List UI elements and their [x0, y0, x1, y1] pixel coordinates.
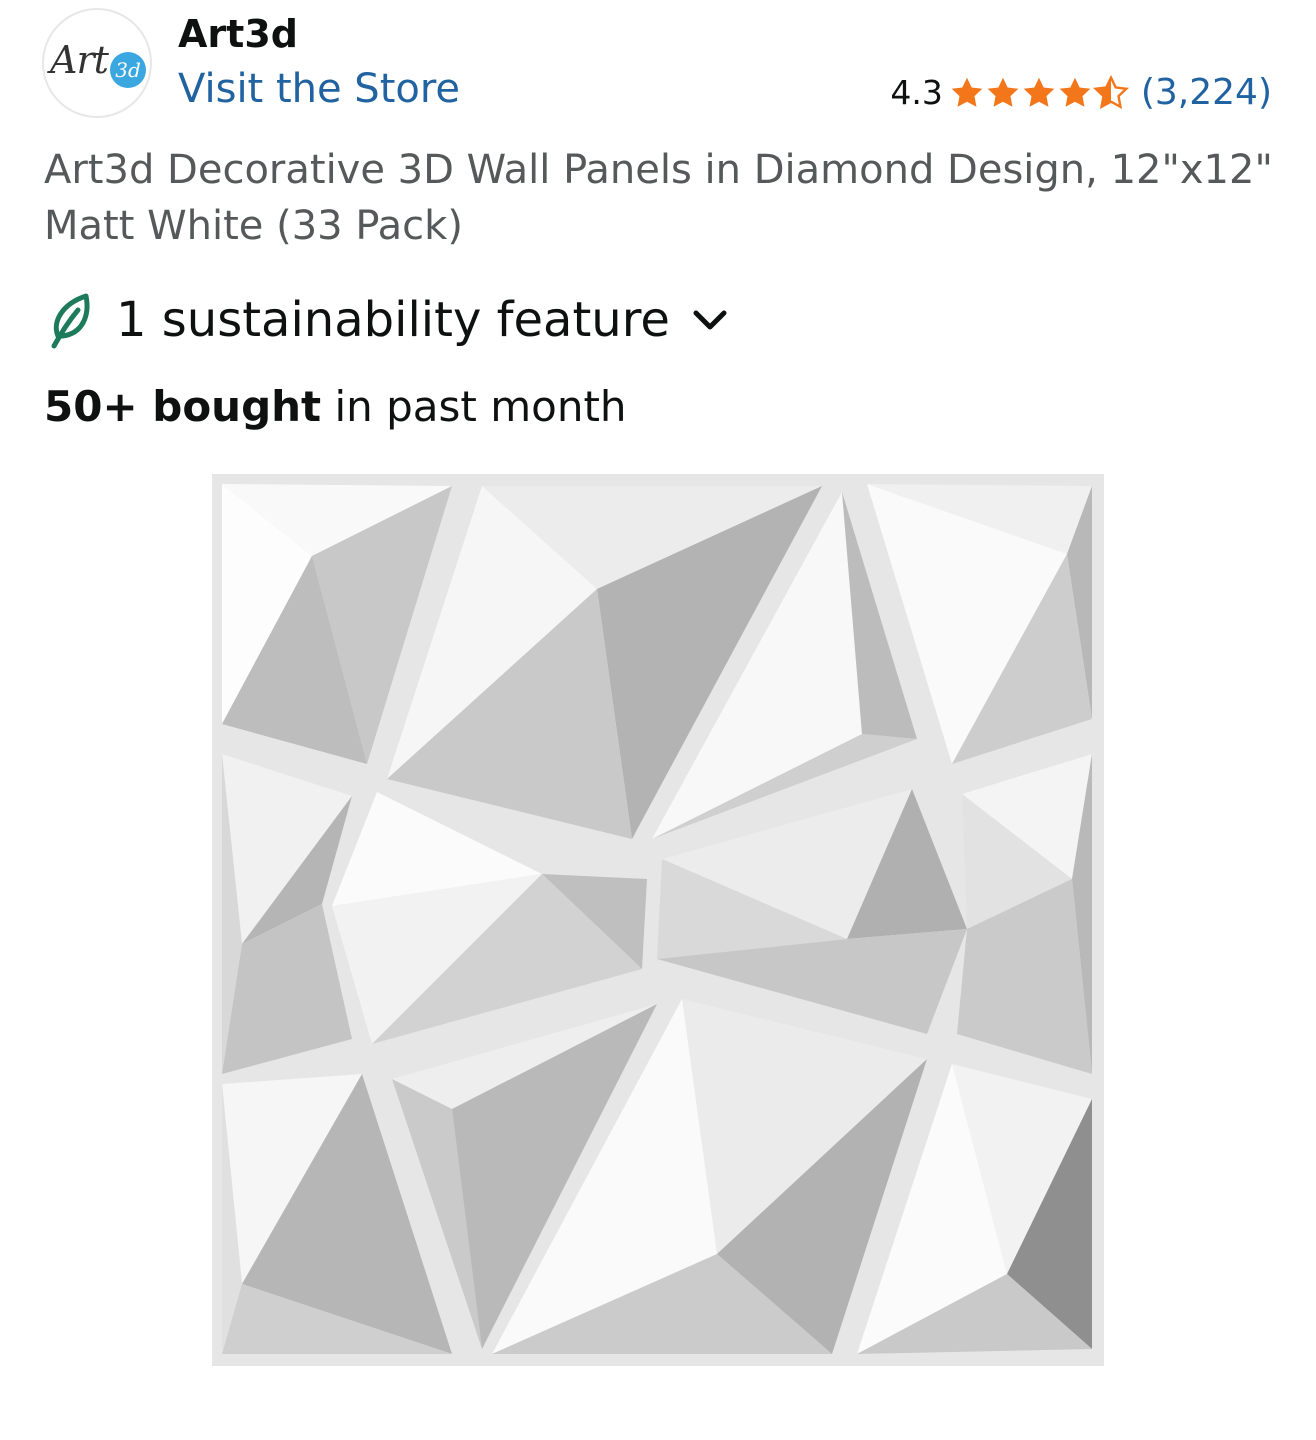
- rating-summary[interactable]: 4.3 (3,224): [890, 72, 1272, 113]
- ratings-count-link[interactable]: (3,224): [1141, 72, 1272, 113]
- rating-value: 4.3: [890, 73, 943, 112]
- brand-name: Art3d: [178, 12, 298, 56]
- sustainability-toggle[interactable]: 1 sustainability feature: [48, 290, 730, 350]
- star-icon: [1023, 77, 1055, 107]
- sustainability-label: 1 sustainability feature: [116, 292, 670, 348]
- star-icon: [1059, 77, 1091, 107]
- star-rating[interactable]: [949, 74, 1129, 111]
- brand-logo-text: Art: [50, 38, 109, 82]
- purchase-activity: 50+ bought in past month: [44, 382, 627, 431]
- chevron-down-icon: [690, 300, 730, 340]
- star-icon: [987, 77, 1019, 107]
- diamond-wall-panel-image: [212, 474, 1104, 1366]
- product-title: Art3d Decorative 3D Wall Panels in Diamo…: [44, 147, 1273, 249]
- brand-logo[interactable]: Art 3d: [42, 8, 152, 118]
- brand-header: Art 3d Art3d Visit the Store 4.3 (3,224): [0, 0, 1316, 125]
- product-image[interactable]: [212, 474, 1104, 1366]
- purchase-period: in past month: [321, 382, 627, 431]
- purchase-count: 50+ bought: [44, 382, 322, 431]
- brand-logo-badge: 3d: [110, 52, 146, 88]
- star-icon: [951, 77, 983, 107]
- half-star-icon: [1092, 74, 1129, 109]
- leaf-icon: [48, 290, 96, 350]
- visit-store-link[interactable]: Visit the Store: [178, 66, 460, 112]
